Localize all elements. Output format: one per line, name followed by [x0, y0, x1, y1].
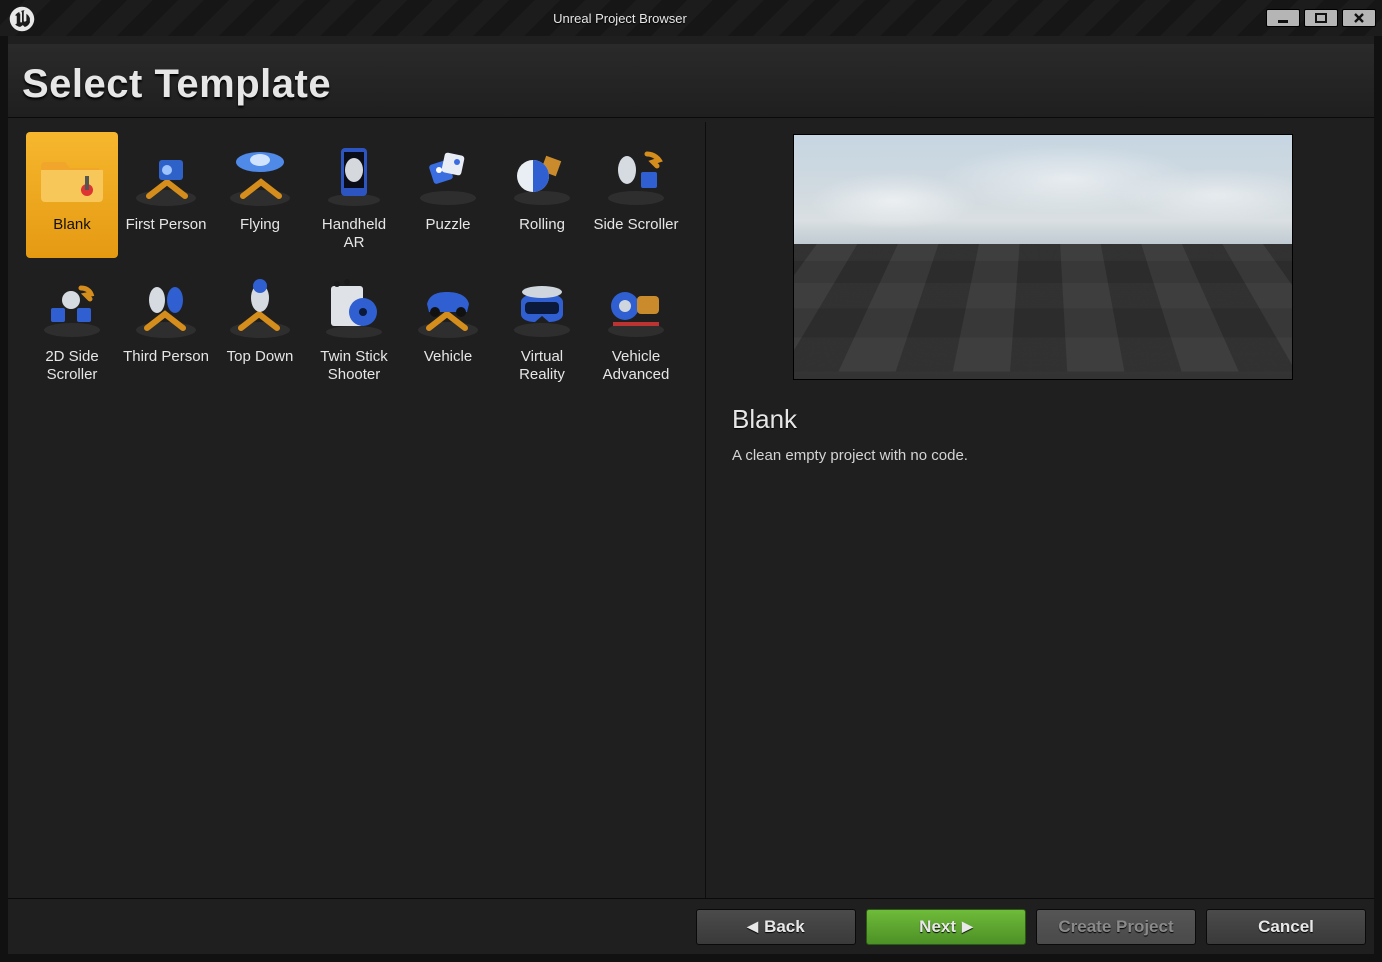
create-project-label: Create Project [1058, 917, 1173, 937]
chevron-left-icon: ◀ [747, 918, 758, 935]
template-label: Rolling [519, 216, 565, 234]
detail-description: A clean empty project with no code. [732, 447, 1354, 464]
template-flying[interactable]: Flying [214, 132, 306, 258]
template-label: Side Scroller [593, 216, 678, 234]
template-label: Flying [240, 216, 280, 234]
template-label: Top Down [227, 348, 294, 366]
template-label: Puzzle [425, 216, 470, 234]
template-puzzle[interactable]: Puzzle [402, 132, 494, 258]
create-project-button[interactable]: Create Project [1036, 909, 1196, 945]
header: Select Template [8, 44, 1374, 118]
template-third-person[interactable]: Third Person [120, 264, 212, 390]
template-side-scroller[interactable]: Side Scroller [590, 132, 682, 258]
template-virtual-reality[interactable]: Virtual Reality [496, 264, 588, 390]
template-vehicle-advanced[interactable]: Vehicle Advanced [590, 264, 682, 390]
next-button[interactable]: Next ▶ [866, 909, 1026, 945]
template-preview [793, 134, 1293, 380]
2d-side-scroller-icon [33, 268, 111, 346]
template-label: Handheld AR [310, 216, 398, 252]
first-person-icon [127, 136, 205, 214]
chevron-right-icon: ▶ [962, 918, 973, 935]
template-top-down[interactable]: Top Down [214, 264, 306, 390]
page-title: Select Template [22, 62, 1360, 107]
ball-icon [503, 136, 581, 214]
cancel-label: Cancel [1258, 917, 1314, 937]
folder-icon [33, 136, 111, 214]
vr-icon [503, 268, 581, 346]
template-label: Virtual Reality [498, 348, 586, 384]
maximize-button[interactable] [1304, 9, 1338, 27]
side-scroller-icon [597, 136, 675, 214]
window-title: Unreal Project Browser [0, 11, 1266, 26]
template-first-person[interactable]: First Person [120, 132, 212, 258]
template-label: First Person [126, 216, 207, 234]
template-vehicle[interactable]: Vehicle [402, 264, 494, 390]
template-rolling[interactable]: Rolling [496, 132, 588, 258]
template-handheld-ar[interactable]: Handheld AR [308, 132, 400, 258]
template-blank[interactable]: Blank [26, 132, 118, 258]
engine-icon [597, 268, 675, 346]
template-label: Twin Stick Shooter [310, 348, 398, 384]
back-button[interactable]: ◀ Back [696, 909, 856, 945]
back-label: Back [764, 917, 805, 937]
template-label: Third Person [123, 348, 209, 366]
template-grid: Blank First Person [26, 122, 706, 898]
phone-icon [315, 136, 393, 214]
flying-icon [221, 136, 299, 214]
template-label: Blank [53, 216, 91, 234]
detail-panel: Blank A clean empty project with no code… [706, 122, 1374, 898]
puzzle-icon [409, 136, 487, 214]
cancel-button[interactable]: Cancel [1206, 909, 1366, 945]
detail-title: Blank [732, 404, 1354, 435]
template-label: Vehicle Advanced [592, 348, 680, 384]
template-label: 2D Side Scroller [28, 348, 116, 384]
template-twin-stick[interactable]: Twin Stick Shooter [308, 264, 400, 390]
next-label: Next [919, 917, 956, 937]
template-2d-side-scroller[interactable]: 2D Side Scroller [26, 264, 118, 390]
twin-stick-icon [315, 268, 393, 346]
footer: ◀ Back Next ▶ Create Project Cancel [8, 898, 1374, 954]
template-label: Vehicle [424, 348, 472, 366]
close-button[interactable] [1342, 9, 1376, 27]
top-down-icon [221, 268, 299, 346]
third-person-icon [127, 268, 205, 346]
car-icon [409, 268, 487, 346]
minimize-button[interactable] [1266, 9, 1300, 27]
title-bar: Unreal Project Browser [0, 0, 1382, 36]
